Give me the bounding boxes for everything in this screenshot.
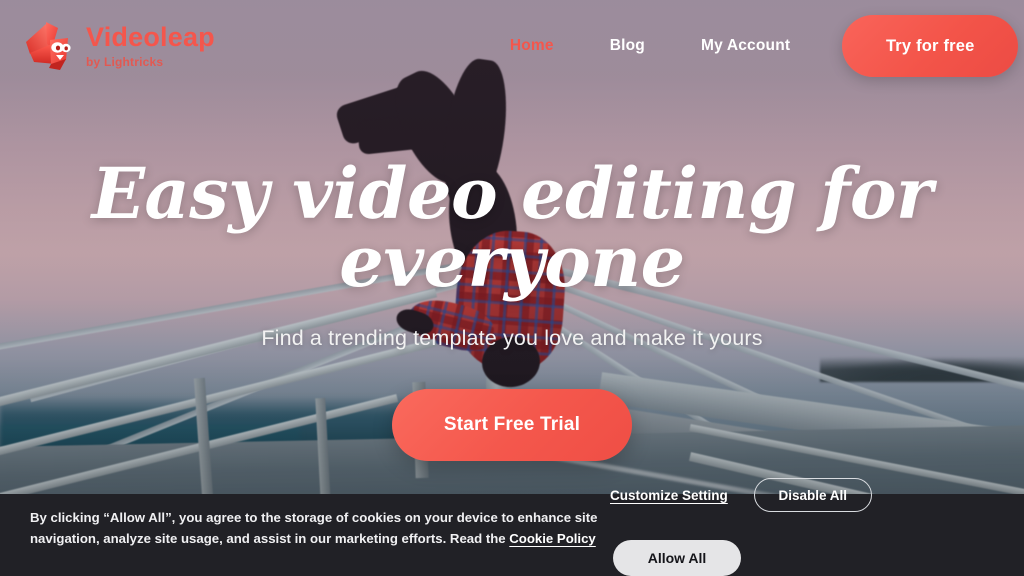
hero-title: Easy video editing for everyone [0,159,1024,297]
hero-title-line-2: everyone [339,219,685,303]
nav-item-my-account[interactable]: My Account [701,37,790,55]
brand-name: Videoleap [86,22,215,52]
site-header: Videoleap by Lightricks Home Blog My Acc… [0,0,1024,92]
nav-item-home[interactable]: Home [510,37,554,55]
try-for-free-button[interactable]: Try for free [842,15,1019,77]
main-navigation: Home Blog My Account [510,37,790,55]
nav-item-blog[interactable]: Blog [610,37,645,55]
hero-subtitle: Find a trending template you love and ma… [261,325,763,350]
allow-all-button[interactable]: Allow All [613,540,741,576]
brand-tagline: by Lightricks [86,55,164,69]
cookie-consent-text: By clicking “Allow All”, you agree to th… [30,507,610,550]
customize-setting-link[interactable]: Customize Setting [610,488,728,503]
lightricks-origami-fox-icon [26,22,71,70]
cookie-consent-banner: By clicking “Allow All”, you agree to th… [0,478,1024,576]
brand-text: Videoleap by Lightricks [86,22,215,69]
cookie-actions: Customize Setting Disable All [610,478,872,512]
cookie-policy-link[interactable]: Cookie Policy [509,531,595,546]
start-free-trial-button[interactable]: Start Free Trial [392,388,632,461]
page-root: Videoleap by Lightricks Home Blog My Acc… [0,0,1024,576]
disable-all-button[interactable]: Disable All [753,478,872,512]
hero-section: Easy video editing for everyone Find a t… [0,159,1024,461]
brand-logo[interactable]: Videoleap by Lightricks [20,20,215,72]
